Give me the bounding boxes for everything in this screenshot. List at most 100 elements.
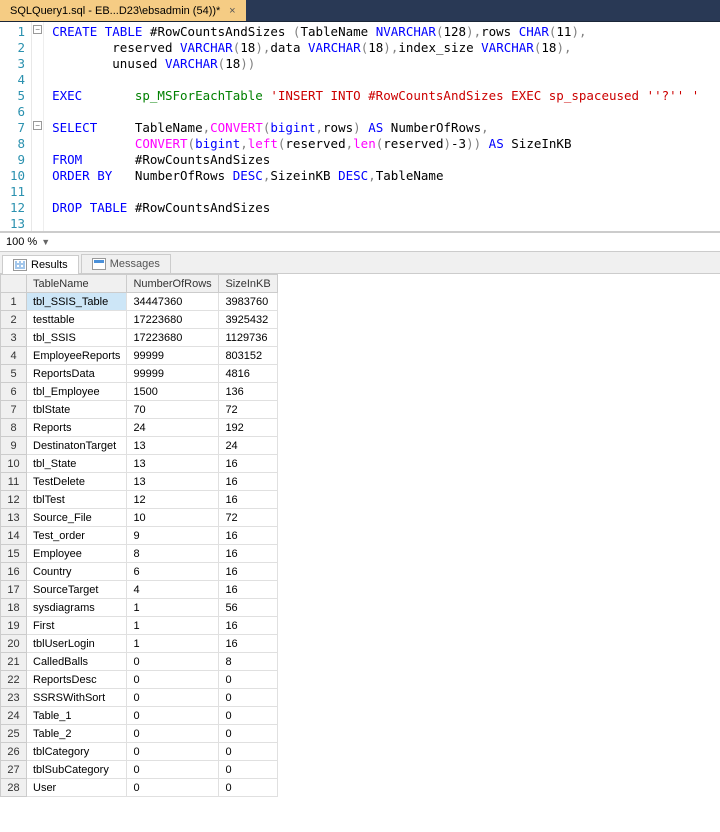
- table-row[interactable]: 13Source_File1072: [1, 509, 278, 527]
- cell[interactable]: 13: [127, 437, 219, 455]
- document-tab[interactable]: SQLQuery1.sql - EB...D23\ebsadmin (54))*…: [0, 0, 246, 21]
- tab-results[interactable]: Results: [2, 255, 79, 274]
- code-line[interactable]: FROM #RowCountsAndSizes: [52, 152, 712, 168]
- row-number[interactable]: 28: [1, 779, 27, 797]
- cell[interactable]: 16: [219, 527, 277, 545]
- cell[interactable]: 16: [219, 455, 277, 473]
- cell[interactable]: TestDelete: [27, 473, 127, 491]
- table-row[interactable]: 12tblTest1216: [1, 491, 278, 509]
- cell[interactable]: Employee: [27, 545, 127, 563]
- code-editor[interactable]: 12345678910111213 − − CREATE TABLE #RowC…: [0, 22, 720, 232]
- cell[interactable]: 0: [127, 689, 219, 707]
- cell[interactable]: 13: [127, 473, 219, 491]
- cell[interactable]: Table_2: [27, 725, 127, 743]
- zoom-level[interactable]: 100 %: [6, 236, 37, 248]
- cell[interactable]: 8: [127, 545, 219, 563]
- cell[interactable]: 72: [219, 401, 277, 419]
- table-row[interactable]: 5ReportsData999994816: [1, 365, 278, 383]
- cell[interactable]: 9: [127, 527, 219, 545]
- code-line[interactable]: reserved VARCHAR(18),data VARCHAR(18),in…: [52, 40, 712, 56]
- row-number[interactable]: 7: [1, 401, 27, 419]
- code-line[interactable]: ORDER BY NumberOfRows DESC,SizeinKB DESC…: [52, 168, 712, 184]
- cell[interactable]: 3925432: [219, 311, 277, 329]
- row-number[interactable]: 18: [1, 599, 27, 617]
- cell[interactable]: tblUserLogin: [27, 635, 127, 653]
- cell[interactable]: 1: [127, 617, 219, 635]
- cell[interactable]: Test_order: [27, 527, 127, 545]
- cell[interactable]: 0: [219, 761, 277, 779]
- cell[interactable]: 3983760: [219, 293, 277, 311]
- row-number[interactable]: 20: [1, 635, 27, 653]
- chevron-down-icon[interactable]: ▼: [41, 237, 50, 247]
- table-row[interactable]: 24Table_100: [1, 707, 278, 725]
- row-number[interactable]: 13: [1, 509, 27, 527]
- cell[interactable]: 0: [219, 671, 277, 689]
- row-number[interactable]: 16: [1, 563, 27, 581]
- table-row[interactable]: 19First116: [1, 617, 278, 635]
- cell[interactable]: tblSubCategory: [27, 761, 127, 779]
- cell[interactable]: 0: [127, 761, 219, 779]
- code-line[interactable]: CONVERT(bigint,left(reserved,len(reserve…: [52, 136, 712, 152]
- column-header[interactable]: TableName: [27, 275, 127, 293]
- cell[interactable]: 0: [219, 707, 277, 725]
- cell[interactable]: ReportsData: [27, 365, 127, 383]
- row-number[interactable]: 10: [1, 455, 27, 473]
- table-row[interactable]: 15Employee816: [1, 545, 278, 563]
- cell[interactable]: 17223680: [127, 329, 219, 347]
- table-row[interactable]: 9DestinatonTarget1324: [1, 437, 278, 455]
- cell[interactable]: First: [27, 617, 127, 635]
- cell[interactable]: 24: [127, 419, 219, 437]
- cell[interactable]: SSRSWithSort: [27, 689, 127, 707]
- cell[interactable]: 803152: [219, 347, 277, 365]
- table-row[interactable]: 3tbl_SSIS172236801129736: [1, 329, 278, 347]
- cell[interactable]: CalledBalls: [27, 653, 127, 671]
- row-number[interactable]: 15: [1, 545, 27, 563]
- results-grid-container[interactable]: TableNameNumberOfRowsSizeInKB 1tbl_SSIS_…: [0, 274, 720, 832]
- tab-messages[interactable]: Messages: [81, 254, 171, 273]
- row-number[interactable]: 22: [1, 671, 27, 689]
- table-row[interactable]: 6tbl_Employee1500136: [1, 383, 278, 401]
- table-row[interactable]: 11TestDelete1316: [1, 473, 278, 491]
- cell[interactable]: Reports: [27, 419, 127, 437]
- cell[interactable]: 34447360: [127, 293, 219, 311]
- row-number[interactable]: 19: [1, 617, 27, 635]
- table-row[interactable]: 8Reports24192: [1, 419, 278, 437]
- row-number[interactable]: 1: [1, 293, 27, 311]
- table-row[interactable]: 10tbl_State1316: [1, 455, 278, 473]
- cell[interactable]: 1: [127, 599, 219, 617]
- row-number[interactable]: 2: [1, 311, 27, 329]
- cell[interactable]: 1129736: [219, 329, 277, 347]
- cell[interactable]: 0: [127, 779, 219, 797]
- cell[interactable]: tblCategory: [27, 743, 127, 761]
- fold-toggle-icon[interactable]: −: [33, 121, 42, 130]
- table-row[interactable]: 23SSRSWithSort00: [1, 689, 278, 707]
- cell[interactable]: 16: [219, 581, 277, 599]
- close-icon[interactable]: ×: [226, 5, 238, 17]
- cell[interactable]: tblTest: [27, 491, 127, 509]
- table-row[interactable]: 28User00: [1, 779, 278, 797]
- table-row[interactable]: 17SourceTarget416: [1, 581, 278, 599]
- row-number[interactable]: 14: [1, 527, 27, 545]
- code-line[interactable]: [52, 216, 712, 231]
- cell[interactable]: 0: [127, 743, 219, 761]
- cell[interactable]: sysdiagrams: [27, 599, 127, 617]
- cell[interactable]: Source_File: [27, 509, 127, 527]
- code-line[interactable]: [52, 72, 712, 88]
- cell[interactable]: tbl_Employee: [27, 383, 127, 401]
- cell[interactable]: 1500: [127, 383, 219, 401]
- row-number[interactable]: 26: [1, 743, 27, 761]
- cell[interactable]: 16: [219, 473, 277, 491]
- row-number[interactable]: 12: [1, 491, 27, 509]
- table-row[interactable]: 1tbl_SSIS_Table344473603983760: [1, 293, 278, 311]
- row-number[interactable]: 17: [1, 581, 27, 599]
- row-number[interactable]: 6: [1, 383, 27, 401]
- cell[interactable]: ReportsDesc: [27, 671, 127, 689]
- cell[interactable]: 1: [127, 635, 219, 653]
- table-row[interactable]: 7tblState7072: [1, 401, 278, 419]
- table-row[interactable]: 22ReportsDesc00: [1, 671, 278, 689]
- cell[interactable]: 0: [219, 725, 277, 743]
- fold-toggle-icon[interactable]: −: [33, 25, 42, 34]
- cell[interactable]: 0: [127, 707, 219, 725]
- cell[interactable]: 56: [219, 599, 277, 617]
- cell[interactable]: 24: [219, 437, 277, 455]
